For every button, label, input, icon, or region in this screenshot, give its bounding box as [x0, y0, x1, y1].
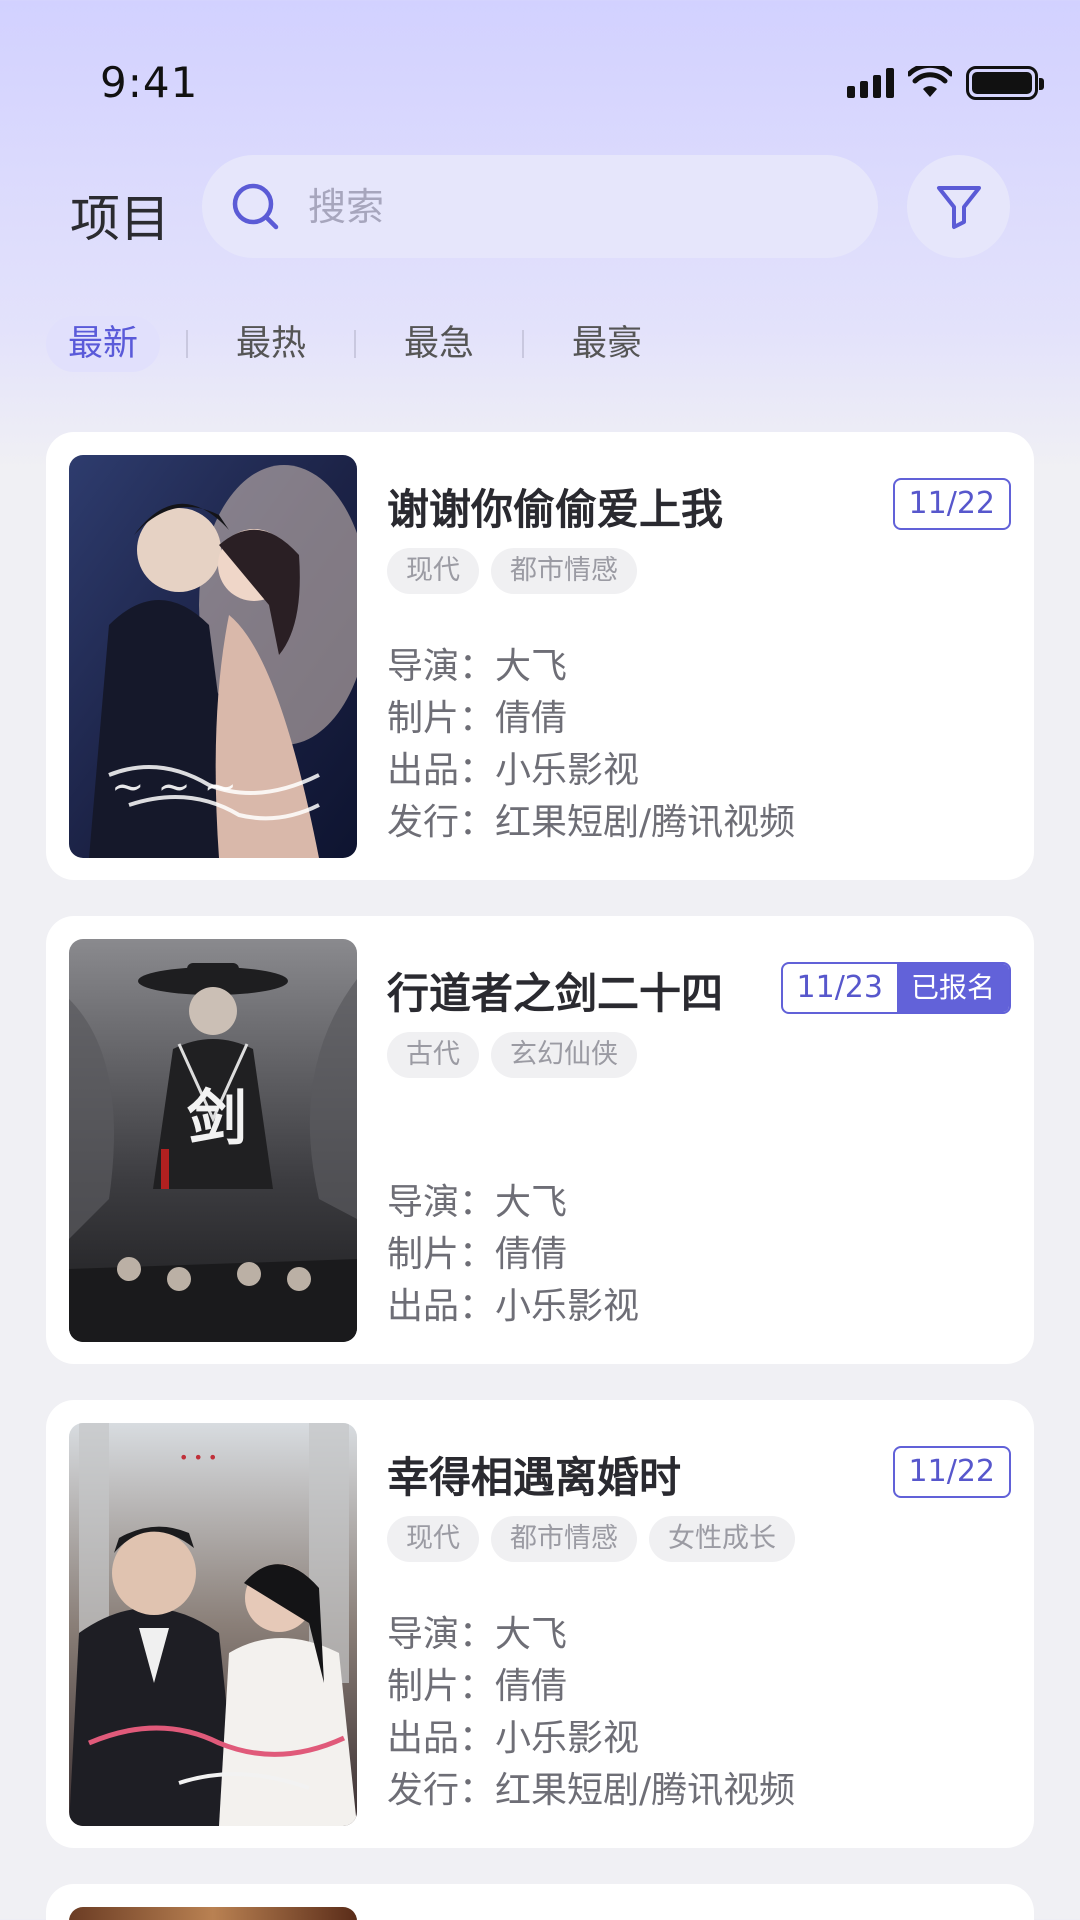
- genre-tag: 玄幻仙侠: [491, 1032, 637, 1078]
- studio-row: 出品：小乐影视: [387, 1713, 795, 1765]
- search-bar[interactable]: [202, 155, 878, 258]
- studio-value: 小乐影视: [495, 1718, 640, 1759]
- tab-hottest[interactable]: 最热: [214, 316, 328, 372]
- registered-badge: 已报名: [896, 964, 1009, 1012]
- distributor-value: 红果短剧/腾讯视频: [495, 802, 796, 843]
- project-poster-image: [69, 1907, 357, 1920]
- studio-value: 小乐影视: [495, 1286, 640, 1327]
- studio-label: 出品：: [387, 1718, 496, 1759]
- director-label: 导演：: [387, 1614, 496, 1655]
- search-input[interactable]: [308, 184, 828, 229]
- producer-row: 制片：倩倩: [387, 693, 795, 745]
- tag-list: 现代 都市情感: [387, 548, 637, 594]
- studio-label: 出品：: [387, 750, 496, 791]
- tab-latest[interactable]: 最新: [46, 316, 161, 372]
- date-badge: 11/22: [892, 478, 1011, 530]
- genre-tag: 女性成长: [649, 1516, 795, 1562]
- project-title: 幸得相遇离婚时: [387, 1453, 682, 1502]
- tab-divider: [354, 330, 357, 358]
- studio-row: 出品：小乐影视: [387, 1281, 639, 1333]
- date-badge: 11/22: [892, 1446, 1011, 1498]
- producer-row: 制片：倩倩: [387, 1661, 795, 1713]
- filter-button[interactable]: [907, 155, 1010, 258]
- director-value: 大飞: [495, 646, 568, 687]
- distributor-row: 发行：红果短剧/腾讯视频: [387, 797, 795, 849]
- project-card-partial[interactable]: [46, 1884, 1034, 1920]
- director-label: 导演：: [387, 646, 496, 687]
- project-card[interactable]: • • • 幸得相遇离婚时 11/22 现代 都市情感 女性成长 导演：大飞 制…: [46, 1400, 1034, 1848]
- tab-divider: [186, 330, 189, 358]
- director-row: 导演：大飞: [387, 1609, 795, 1661]
- distributor-row: 发行：红果短剧/腾讯视频: [387, 1765, 795, 1817]
- svg-text:剑: 剑: [187, 1084, 247, 1154]
- project-info: 导演：大飞 制片：倩倩 出品：小乐影视 发行：红果短剧/腾讯视频: [387, 1609, 795, 1817]
- sort-tabs: 最新 最热 最急 最豪: [46, 316, 664, 372]
- wifi-icon: [908, 66, 952, 97]
- producer-value: 倩倩: [495, 1234, 568, 1275]
- status-time: 9:41: [100, 58, 199, 107]
- studio-label: 出品：: [387, 1286, 496, 1327]
- producer-label: 制片：: [387, 1234, 496, 1275]
- project-card[interactable]: 剑 行道者之剑二十四 11/23 已报名 古代 玄幻仙侠 导演：大飞 制片：倩倩…: [46, 916, 1034, 1364]
- project-info: 导演：大飞 制片：倩倩 出品：小乐影视 发行：红果短剧/腾讯视频: [387, 641, 795, 849]
- cellular-signal-icon: [847, 68, 894, 98]
- producer-label: 制片：: [387, 698, 496, 739]
- director-value: 大飞: [495, 1614, 568, 1655]
- page-title: 项目: [70, 190, 170, 248]
- project-poster-image: 剑: [69, 939, 357, 1342]
- genre-tag: 现代: [387, 548, 479, 594]
- search-icon: [232, 183, 279, 229]
- distributor-label: 发行：: [387, 802, 496, 843]
- distributor-label: 发行：: [387, 1770, 496, 1811]
- project-card[interactable]: ~ ~ ~ 谢谢你偷偷爱上我 11/22 现代 都市情感 导演：大飞 制片：倩倩…: [46, 432, 1034, 880]
- producer-value: 倩倩: [495, 1666, 568, 1707]
- status-icons: [847, 64, 1044, 102]
- project-poster-image: ~ ~ ~: [69, 455, 357, 858]
- studio-value: 小乐影视: [495, 750, 640, 791]
- genre-tag: 现代: [387, 1516, 479, 1562]
- distributor-value: 红果短剧/腾讯视频: [495, 1770, 796, 1811]
- tag-list: 现代 都市情感 女性成长: [387, 1516, 795, 1562]
- genre-tag: 都市情感: [491, 548, 637, 594]
- date-badge: 11/23 已报名: [780, 962, 1011, 1014]
- tab-richest[interactable]: 最豪: [550, 316, 664, 372]
- project-title: 行道者之剑二十四: [387, 969, 724, 1018]
- project-info: 导演：大飞 制片：倩倩 出品：小乐影视: [387, 1177, 639, 1333]
- tab-divider: [522, 330, 525, 358]
- svg-text:• • •: • • •: [179, 1448, 217, 1467]
- genre-tag: 古代: [387, 1032, 479, 1078]
- project-title: 谢谢你偷偷爱上我: [387, 485, 724, 534]
- project-date: 11/22: [908, 486, 995, 521]
- filter-icon: [936, 185, 981, 229]
- project-poster-image: • • •: [69, 1423, 357, 1826]
- tag-list: 古代 玄幻仙侠: [387, 1032, 637, 1078]
- producer-value: 倩倩: [495, 698, 568, 739]
- producer-label: 制片：: [387, 1666, 496, 1707]
- director-row: 导演：大飞: [387, 641, 795, 693]
- director-value: 大飞: [495, 1182, 568, 1223]
- studio-row: 出品：小乐影视: [387, 745, 795, 797]
- project-date: 11/23: [796, 970, 883, 1005]
- producer-row: 制片：倩倩: [387, 1229, 639, 1281]
- genre-tag: 都市情感: [491, 1516, 637, 1562]
- status-bar: 9:41: [0, 0, 1080, 170]
- header: 项目: [0, 155, 1080, 260]
- tab-urgent[interactable]: 最急: [382, 316, 496, 372]
- director-row: 导演：大飞: [387, 1177, 639, 1229]
- director-label: 导演：: [387, 1182, 496, 1223]
- project-date: 11/22: [908, 1454, 995, 1489]
- battery-icon: [966, 66, 1044, 100]
